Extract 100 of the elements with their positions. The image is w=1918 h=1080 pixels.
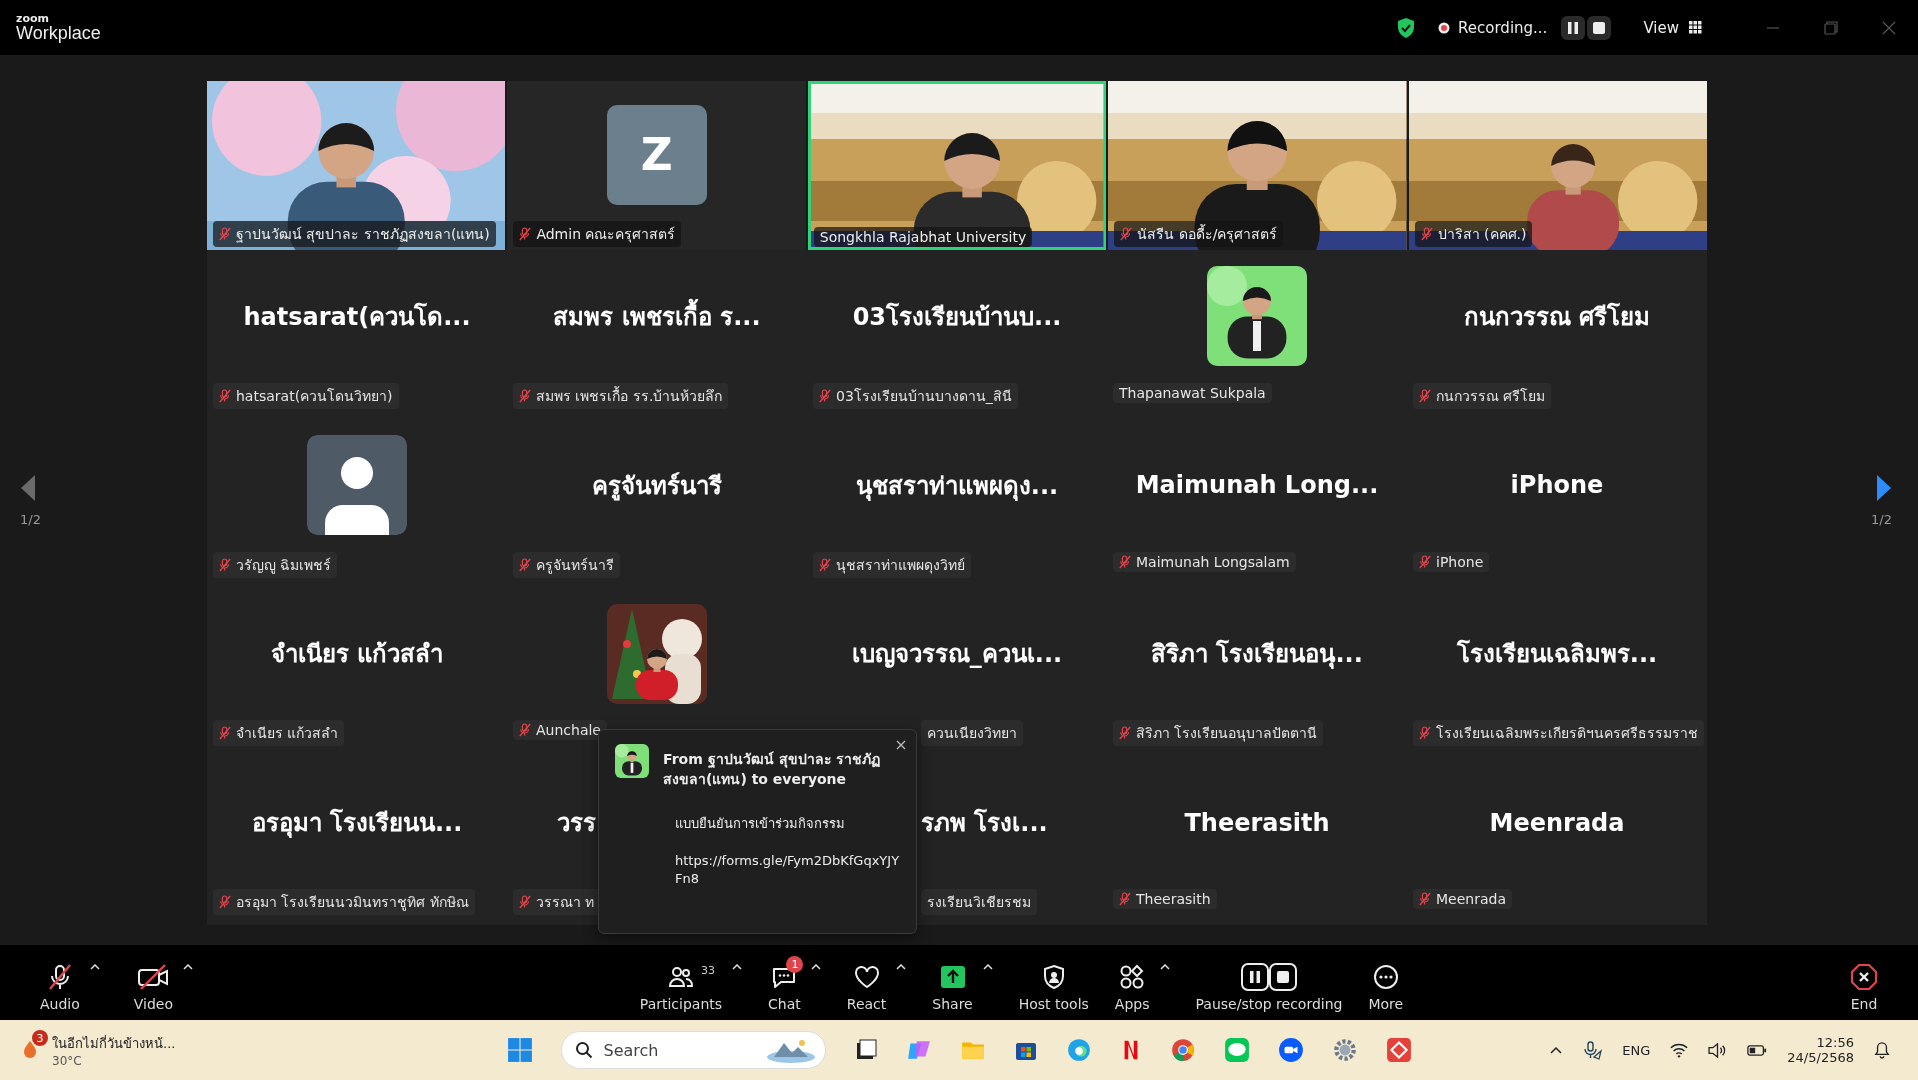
video-button[interactable]: Video: [133, 953, 174, 1012]
share-button[interactable]: Share: [932, 953, 973, 1012]
display-name: สิริภา โรงเรียนอนุ...: [1151, 638, 1363, 671]
audio-button[interactable]: Audio: [40, 953, 80, 1012]
app-icon[interactable]: [1385, 1037, 1412, 1063]
next-page-button[interactable]: [1876, 473, 1892, 502]
display-name: Theerasith: [1184, 808, 1330, 837]
participant-name: วรรณา ท: [513, 889, 601, 915]
participant-name: Meenrada: [1413, 889, 1512, 909]
display-name: Maimunah Long...: [1135, 471, 1379, 500]
display-name: ครูจันทร์นารี: [592, 470, 722, 503]
display-name: โรงเรียนเฉลิมพร...: [1456, 638, 1658, 671]
apps-button[interactable]: Apps: [1114, 953, 1150, 1012]
mic-off-icon: [1419, 554, 1431, 569]
view-button[interactable]: View: [1643, 18, 1702, 37]
display-name: อรอุมา โรงเรียนน...: [251, 807, 463, 840]
windows-start-icon[interactable]: [506, 1037, 533, 1063]
logo-text: zoom: [16, 13, 50, 24]
recording-dot-icon: [1438, 21, 1451, 34]
chat-button[interactable]: 1 Chat: [768, 953, 801, 1012]
default-avatar-icon: [307, 435, 407, 536]
display-name: วรร: [556, 808, 596, 840]
participant-name: Aunchale: [513, 720, 607, 741]
participant-name: นุชสราท่าแพผดุงวิทย์: [813, 551, 971, 578]
participants-button[interactable]: 33 Participants: [639, 953, 723, 1012]
participant-name: วรัญญู ฉิมเพชร์: [213, 551, 338, 578]
clock[interactable]: 12:56 24/5/2568: [1787, 1035, 1854, 1065]
chrome-icon[interactable]: [1169, 1037, 1196, 1063]
participant-name: hatsarat(ควนโดนวิทยา): [213, 382, 399, 409]
end-button[interactable]: End: [1850, 953, 1878, 1012]
page-indicator: 1/2: [1871, 511, 1892, 527]
mic-off-icon: [1420, 227, 1433, 241]
display-name: นุชสราท่าแพผดุง...: [855, 470, 1059, 503]
weather-headline[interactable]: ในอีกไม่กี่วันข้างหน้...: [52, 1032, 176, 1054]
page-indicator: 1/2: [20, 511, 41, 527]
recording-button[interactable]: Pause/stop recording: [1195, 953, 1343, 1012]
display-name: 03โรงเรียนบ้านบ...: [852, 301, 1062, 333]
mic-off-icon: [219, 726, 231, 741]
chevron-up-icon[interactable]: [1550, 1046, 1563, 1054]
stop-button[interactable]: [1587, 15, 1612, 40]
mic-off-icon: [519, 388, 531, 403]
wifi-icon[interactable]: [1670, 1042, 1689, 1058]
search-field[interactable]: Search: [560, 1031, 826, 1069]
grid-icon: [1689, 21, 1702, 34]
settings-icon[interactable]: [1331, 1037, 1358, 1063]
caret-icon[interactable]: [183, 963, 194, 970]
display-name: hatsarat(ควนโด...: [243, 301, 471, 333]
caret-icon[interactable]: [982, 963, 993, 970]
chat-link[interactable]: https://forms.gle/Fym2DbKfGqxYJYFn8: [675, 852, 900, 888]
caret-icon[interactable]: [896, 963, 907, 970]
battery-icon[interactable]: [1747, 1044, 1768, 1056]
browser-icon[interactable]: [1065, 1037, 1092, 1063]
participant-name: Admin คณะครุศาสตร์: [513, 221, 682, 247]
video-app-icon[interactable]: [1277, 1037, 1304, 1063]
recording-status: Recording...: [1458, 18, 1548, 37]
display-name: เบญจวรรณ_ควนเ...: [851, 639, 1063, 671]
time: 12:56: [1816, 1035, 1854, 1050]
caret-icon[interactable]: [810, 963, 821, 970]
microphone-icon[interactable]: [1582, 1040, 1603, 1060]
participant-name: กนกวรรณ ศรีโยม: [1413, 382, 1552, 409]
participant-name: รงเรียนวิเชียรชม: [921, 889, 1037, 915]
mic-off-icon: [819, 388, 831, 403]
pause-button[interactable]: [1561, 15, 1586, 40]
more-button[interactable]: More: [1368, 953, 1404, 1012]
language-indicator[interactable]: ENG: [1622, 1042, 1651, 1058]
mic-off-icon: [819, 557, 831, 572]
mic-off-icon: [519, 227, 532, 241]
participant-name: จำเนียร แก้วสลำ: [213, 720, 345, 747]
participant-name: อรอุมา โรงเรียนนวมินทราชูทิศ ทักษิณ: [213, 889, 475, 915]
stop-icon: [1593, 21, 1606, 34]
participant-count: 33: [700, 963, 715, 977]
mic-off-icon: [1419, 892, 1431, 906]
react-button[interactable]: React: [846, 953, 887, 1012]
participant-name: Maimunah Longsalam: [1113, 551, 1296, 572]
participant-name: โรงเรียนเฉลิมพระเกียรติฯนครศรีธรรมราช: [1413, 720, 1704, 747]
participant-name: 03โรงเรียนบ้านบางดาน_สินี: [813, 382, 1018, 409]
participant-name: นัสรีน ดอดี้ะ/ครุศาสตร์: [1114, 221, 1284, 247]
pause-icon: [1568, 21, 1579, 34]
mic-off-icon: [519, 895, 531, 909]
speaker-icon[interactable]: [1708, 1042, 1728, 1058]
caret-icon[interactable]: [732, 963, 743, 970]
bell-icon[interactable]: [1874, 1041, 1890, 1059]
display-name: iPhone: [1510, 471, 1604, 500]
mic-off-icon: [219, 557, 231, 572]
date: 24/5/2568: [1787, 1050, 1854, 1065]
shield-check-icon: [1396, 16, 1417, 39]
close-icon[interactable]: [896, 740, 906, 750]
weather-icon: [22, 1040, 38, 1060]
mic-off-icon: [1119, 892, 1131, 906]
end-icon: [1850, 962, 1878, 991]
caret-icon[interactable]: [89, 963, 100, 970]
mic-off-icon: [219, 388, 231, 403]
avatar-initial: Z: [606, 104, 707, 205]
participant-name: iPhone: [1413, 551, 1490, 572]
caret-icon[interactable]: [1159, 963, 1170, 970]
more-icon: [1371, 962, 1400, 991]
host-button[interactable]: Host tools: [1018, 953, 1089, 1012]
mic-off-icon: [519, 557, 531, 572]
participant-name: ครูจันทร์นารี: [513, 551, 620, 578]
temperature: 30°C: [52, 1053, 83, 1068]
